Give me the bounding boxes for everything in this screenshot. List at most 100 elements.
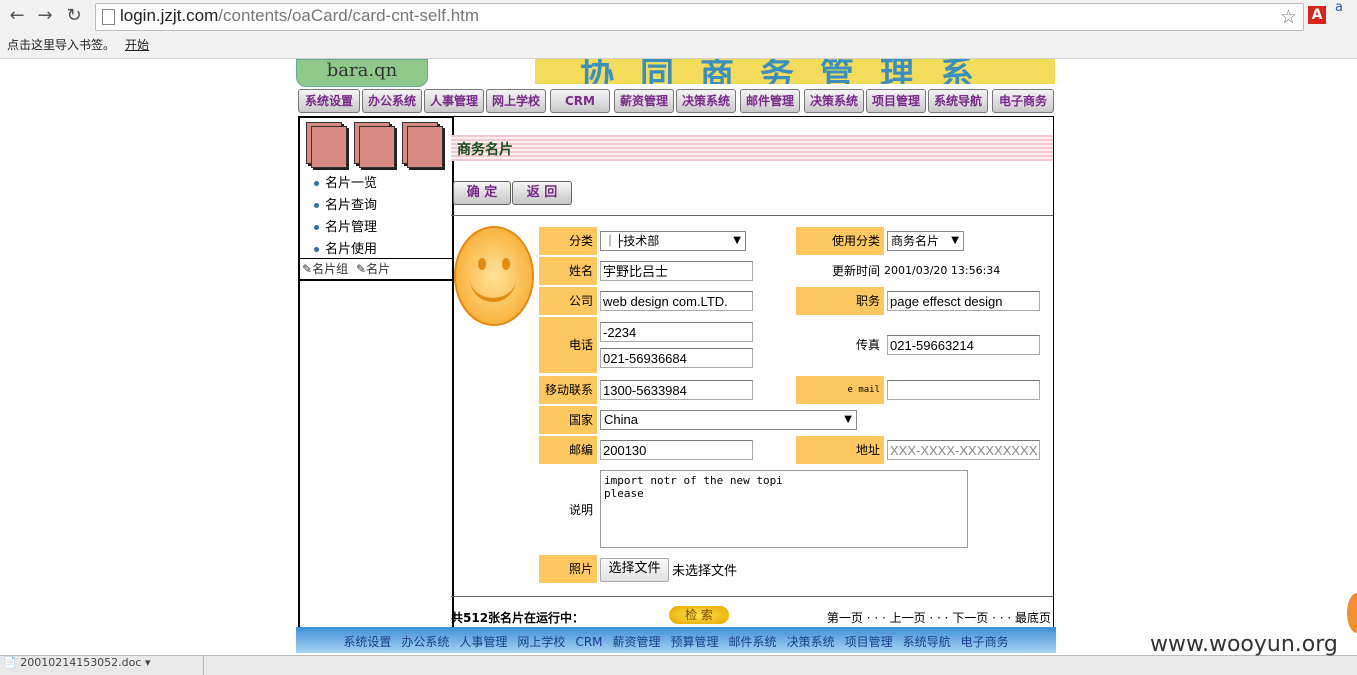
forward-arrow-icon[interactable]: → bbox=[34, 5, 56, 27]
tab-card-group[interactable]: ✎名片组 bbox=[302, 260, 348, 277]
bookmark-star-icon[interactable]: ☆ bbox=[1280, 6, 1297, 28]
bullet-icon bbox=[314, 203, 319, 208]
sidebar-item-card-search[interactable]: 名片查询 bbox=[314, 194, 377, 213]
main-panel: 商务名片 确 定 返 回 分类 ｜├技术部 ▼ 使用分类 商务名片 ▼ 姓名 宇野比… bbox=[451, 116, 1054, 628]
top-nav-item[interactable]: 网上学校 bbox=[486, 89, 546, 113]
phone-label: 电话 bbox=[539, 317, 597, 373]
bookmarks-start-link[interactable]: 开始 bbox=[125, 38, 149, 52]
download-item[interactable]: 📄 20010214153052.doc ▾ bbox=[3, 656, 204, 675]
list-footer: 共512张名片在运行中： 检 索 第一页 · · · 上一页 · · · 下一页… bbox=[451, 605, 1053, 627]
bottom-nav-item[interactable]: 系统导航 bbox=[903, 635, 951, 649]
bottom-nav-item[interactable]: 预算管理 bbox=[671, 635, 719, 649]
zip-field[interactable]: 200130 bbox=[600, 440, 753, 460]
dropdown-arrow-icon: ▼ bbox=[733, 235, 741, 246]
search-button[interactable]: 检 索 bbox=[669, 606, 729, 624]
fax-label: 传真 bbox=[855, 338, 880, 352]
top-navigation: 系统设置 办公系统 人事管理 网上学校 CRM 薪资管理 决策系统 邮件管理 决策系统 项目管理系… bbox=[298, 89, 1058, 113]
position-label: 职务 bbox=[796, 287, 884, 315]
extension-icon[interactable]: A bbox=[1308, 6, 1326, 24]
country-select[interactable]: China ▼ bbox=[600, 410, 857, 430]
bookmarks-bar: 点击这里导入书签。 开始 bbox=[7, 36, 159, 53]
bottom-nav-item[interactable]: 项目管理 bbox=[845, 635, 893, 649]
bottom-nav-item[interactable]: 薪资管理 bbox=[613, 635, 661, 649]
address-field[interactable]: XXX-XXXX-XXXXXXXXX bbox=[887, 440, 1040, 460]
top-nav-item[interactable]: 决策系统 bbox=[804, 89, 864, 113]
top-nav-item[interactable]: 系统导航 bbox=[928, 89, 988, 113]
top-nav-item[interactable]: 人事管理 bbox=[424, 89, 484, 113]
page-title: 商务名片 bbox=[457, 142, 513, 158]
bottom-nav-item[interactable]: 电子商务 bbox=[961, 635, 1009, 649]
floating-widget-icon[interactable] bbox=[1347, 593, 1357, 633]
confirm-button[interactable]: 确 定 bbox=[453, 181, 511, 205]
top-nav-item[interactable]: 项目管理 bbox=[866, 89, 926, 113]
company-field[interactable]: web design com.LTD. bbox=[600, 291, 753, 311]
bottom-navigation: 系统设置 办公系统 人事管理 网上学校 CRM 薪资管理 预算管理 邮件系统 决策系统 项目管理系… bbox=[296, 627, 1056, 653]
fax-field[interactable]: 021-59663214 bbox=[887, 335, 1040, 355]
back-button[interactable]: 返 回 bbox=[512, 181, 572, 205]
site-banner: 协同商务管理系统 bbox=[535, 59, 1055, 84]
note-label: 说明 bbox=[568, 503, 593, 517]
bottom-nav-item[interactable]: 邮件系统 bbox=[729, 635, 777, 649]
bullet-icon bbox=[314, 247, 319, 252]
company-label: 公司 bbox=[539, 287, 597, 315]
reload-icon[interactable]: ↻ bbox=[63, 5, 85, 27]
page-icon bbox=[102, 9, 115, 25]
back-arrow-icon[interactable]: ← bbox=[6, 5, 28, 27]
note-textarea[interactable]: import notr of the new topi please bbox=[600, 470, 968, 548]
phone-field-extension[interactable]: -2234 bbox=[600, 322, 753, 342]
bottom-nav-item[interactable]: 人事管理 bbox=[459, 635, 507, 649]
top-nav-item[interactable]: 邮件管理 bbox=[740, 89, 800, 113]
email-label: e mail bbox=[796, 376, 884, 404]
top-nav-item[interactable]: 办公系统 bbox=[362, 89, 422, 113]
address-bar[interactable]: login.jzjt.com/contents/oaCard/card-cnt-… bbox=[95, 3, 1304, 31]
photo-label: 照片 bbox=[539, 555, 597, 583]
pagination[interactable]: 第一页 · · · 上一页 · · · 下一页 · · · 最底页 bbox=[827, 609, 1051, 626]
bottom-nav-item[interactable]: 网上学校 bbox=[517, 635, 565, 649]
watermark: www.wooyun.org bbox=[1150, 632, 1338, 657]
mobile-label: 移动联系 bbox=[539, 376, 597, 404]
card-photo-smiley bbox=[454, 226, 534, 326]
usage-label: 使用分类 bbox=[796, 227, 884, 255]
usage-select[interactable]: 商务名片 ▼ bbox=[887, 231, 964, 251]
dropdown-arrow-icon: ▼ bbox=[951, 235, 959, 246]
bullet-icon bbox=[314, 225, 319, 230]
extension-badge: a bbox=[1335, 0, 1343, 15]
country-label: 国家 bbox=[539, 406, 597, 434]
bottom-nav-item[interactable]: 办公系统 bbox=[401, 635, 449, 649]
url-text[interactable]: login.jzjt.com/contents/oaCard/card-cnt-… bbox=[120, 6, 479, 26]
mobile-field[interactable]: 1300-5633984 bbox=[600, 380, 753, 400]
email-field[interactable] bbox=[887, 380, 1040, 400]
bottom-nav-item[interactable]: 系统设置 bbox=[343, 635, 391, 649]
dropdown-arrow-icon: ▼ bbox=[844, 414, 852, 425]
site-logo: bara.qn bbox=[296, 59, 428, 87]
category-label: 分类 bbox=[539, 227, 597, 255]
section-title-bar: 商务名片 bbox=[451, 135, 1053, 161]
top-nav-item[interactable]: 系统设置 bbox=[298, 89, 360, 113]
sidebar: 名片一览 名片查询 名片管理 名片使用 ✎名片组 ✎名片 bbox=[298, 116, 454, 630]
card-form: 分类 ｜├技术部 ▼ 使用分类 商务名片 ▼ 姓名 宇野比吕士 更新时间 2001/… bbox=[451, 215, 1053, 597]
bottom-nav-links: 系统设置 办公系统 人事管理 网上学校 CRM 薪资管理 预算管理 邮件系统 决策系统 项目管理系… bbox=[296, 633, 1056, 650]
browser-toolbar: ← → ↻ login.jzjt.com/contents/oaCard/car… bbox=[0, 0, 1357, 59]
sidebar-item-card-use[interactable]: 名片使用 bbox=[314, 238, 377, 257]
top-nav-item[interactable]: CRM bbox=[550, 89, 610, 113]
downloads-bar: 📄 20010214153052.doc ▾ bbox=[0, 655, 1357, 675]
name-field[interactable]: 宇野比吕士 bbox=[600, 261, 753, 281]
address-label: 地址 bbox=[796, 436, 884, 464]
tab-card[interactable]: ✎名片 bbox=[356, 260, 390, 277]
top-nav-item[interactable]: 薪资管理 bbox=[614, 89, 674, 113]
category-select[interactable]: ｜├技术部 ▼ bbox=[600, 231, 746, 251]
bookmarks-import-hint[interactable]: 点击这里导入书签。 bbox=[7, 38, 115, 52]
choose-file-button[interactable]: 选择文件 bbox=[600, 558, 669, 582]
sidebar-item-card-list[interactable]: 名片一览 bbox=[314, 172, 377, 191]
sidebar-item-card-manage[interactable]: 名片管理 bbox=[314, 216, 377, 235]
bottom-nav-item[interactable]: CRM bbox=[575, 635, 602, 649]
bottom-nav-item[interactable]: 决策系统 bbox=[787, 635, 835, 649]
updated-label: 更新时间 bbox=[831, 264, 880, 278]
name-label: 姓名 bbox=[539, 257, 597, 285]
position-field[interactable]: page effesct design bbox=[887, 291, 1040, 311]
phone-field[interactable]: 021-56936684 bbox=[600, 348, 753, 368]
top-nav-item[interactable]: 电子商务 bbox=[992, 89, 1054, 113]
bullet-icon bbox=[314, 181, 319, 186]
top-nav-item[interactable]: 决策系统 bbox=[676, 89, 736, 113]
business-cards-image bbox=[304, 120, 448, 172]
